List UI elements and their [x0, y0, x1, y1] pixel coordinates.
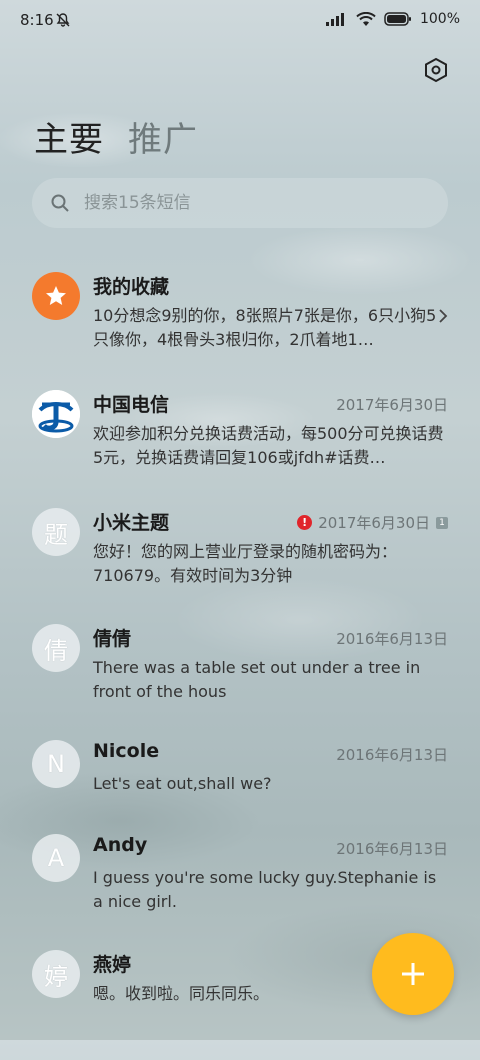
conversation-item-favorites[interactable]: 我的收藏 10分想念9别的你，8张照片7张是你，6只小狗5只像你，4根骨头3根归… — [0, 272, 480, 382]
conversation-preview: 欢迎参加积分兑换话费活动，每500分可兑换话费5元，兑换话费请回复106或jfd… — [93, 424, 444, 467]
conversation-date: 2016年6月13日 — [336, 838, 448, 859]
conversation-preview: There was a table set out under a tree i… — [93, 658, 421, 701]
star-icon — [46, 286, 66, 305]
conversation-preview: Let's eat out,shall we? — [93, 774, 272, 793]
search-icon — [51, 194, 69, 212]
date-text: 2017年6月30日 — [318, 514, 430, 532]
status-time: 8:16 — [20, 11, 54, 29]
conversation-preview: 您好！您的网上营业厅登录的随机密码为：710679。有效时间为3分钟 — [93, 542, 398, 585]
avatar: 题 — [32, 508, 80, 556]
conversation-name: 燕婷 — [93, 954, 132, 976]
conversation-date: 2017年6月30日 — [336, 394, 448, 415]
date-text: 2017年6月30日 — [336, 396, 448, 414]
china-telecom-logo — [32, 390, 80, 438]
bell-off-icon — [56, 13, 70, 27]
search-input[interactable] — [82, 192, 406, 214]
hexagon-settings-icon — [425, 57, 447, 83]
tab-primary[interactable]: 主要 — [34, 112, 104, 161]
avatar — [32, 272, 80, 320]
conversation-date: 2016年6月13日 — [336, 744, 448, 765]
date-text: 2016年6月13日 — [336, 630, 448, 648]
status-bar: 8:16 100% — [0, 0, 480, 44]
conversation-name: Nicole — [93, 740, 160, 762]
conversation-preview: I guess you're some lucky guy.Stephanie … — [93, 868, 437, 911]
avatar: 倩 — [32, 624, 80, 672]
wifi-icon — [356, 11, 376, 26]
conversation-name: Andy — [93, 834, 148, 856]
conversation-name: 中国电信 — [93, 394, 170, 416]
avatar: 婷 — [32, 950, 80, 998]
battery-icon — [384, 12, 411, 26]
new-message-button[interactable]: + — [372, 933, 454, 1015]
date-text: 2016年6月13日 — [336, 746, 448, 764]
sim-card-icon: 1 — [436, 516, 448, 529]
conversation-name: 倩倩 — [93, 628, 132, 650]
conversation-date: 2016年6月13日 — [336, 628, 448, 649]
conversation-preview: 10分想念9别的你，8张照片7张是你，6只小狗5只像你，4根骨头3根归你，2爪着… — [93, 306, 437, 349]
conversation-date: ! 2017年6月30日 1 — [297, 512, 448, 533]
date-text: 2016年6月13日 — [336, 840, 448, 858]
signal-icon — [325, 13, 344, 26]
plus-icon — [402, 963, 424, 985]
conversation-item-china-telecom[interactable]: 中国电信 2017年6月30日 欢迎参加积分兑换话费活动，每500分可兑换话费5… — [0, 390, 480, 500]
settings-button[interactable] — [422, 56, 450, 84]
conversation-name: 小米主题 — [93, 512, 170, 534]
conversation-name: 我的收藏 — [93, 276, 170, 298]
error-icon: ! — [297, 515, 313, 530]
avatar: A — [32, 834, 80, 882]
conversation-item-xiaomi-themes[interactable]: 题 小米主题 ! 2017年6月30日 1 您好！您的网上营业厅登录的随机密码为… — [0, 508, 480, 618]
header-tabs: 主要 推广 — [34, 112, 198, 161]
status-right: 100% — [325, 11, 460, 27]
search-bar[interactable] — [32, 178, 448, 228]
chevron-right-icon — [439, 309, 448, 323]
battery-percentage: 100% — [419, 11, 460, 27]
avatar — [32, 390, 80, 438]
conversation-item-andy[interactable]: A Andy 2016年6月13日 I guess you're some lu… — [0, 834, 480, 944]
conversation-item-qianqian[interactable]: 倩 倩倩 2016年6月13日 There was a table set ou… — [0, 624, 480, 734]
tab-promotions[interactable]: 推广 — [128, 112, 198, 161]
avatar: N — [32, 740, 80, 788]
